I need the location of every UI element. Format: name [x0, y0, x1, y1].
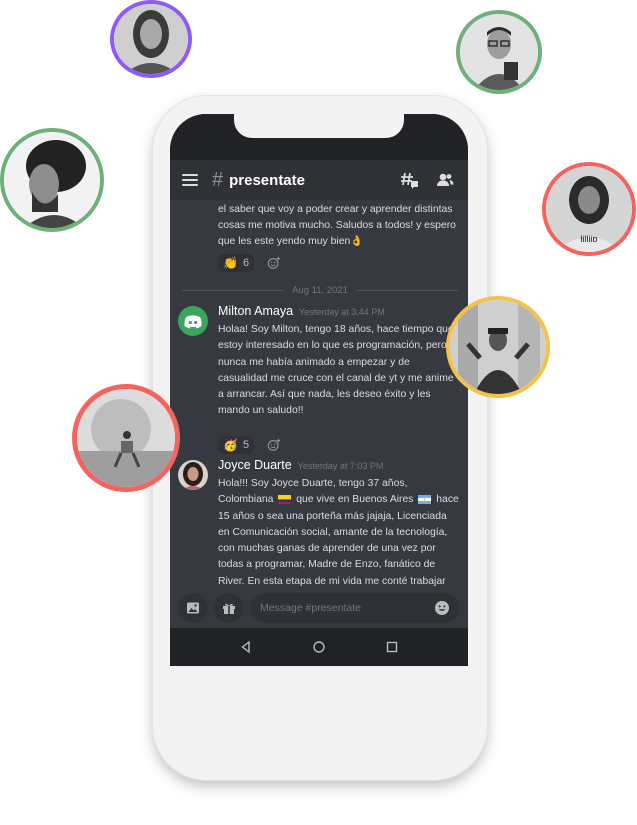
message-composer: Message #presentate	[170, 588, 468, 628]
argentina-flag-icon	[418, 495, 432, 505]
colombia-flag-icon	[278, 495, 292, 505]
channel-header: # presentate	[170, 160, 468, 200]
status-bar	[170, 114, 468, 160]
portrait-photo	[450, 300, 546, 394]
member-avatar-woman-2: ƚilliiɒ	[542, 162, 636, 256]
channel-hash-icon: #	[212, 169, 224, 191]
discord-logo-icon	[184, 315, 202, 329]
phone-notch	[234, 114, 404, 138]
message-list: el saber que voy a poder crear y aprende…	[170, 200, 468, 588]
svg-text:ƚilliiɒ: ƚilliiɒ	[580, 234, 597, 244]
date-divider-label: Aug 11, 2021	[292, 284, 348, 296]
author-joyce[interactable]: Joyce Duarte Yesterday at 7:03 PM	[218, 458, 383, 472]
back-icon[interactable]	[239, 640, 253, 654]
timestamp-joyce: Yesterday at 7:03 PM	[297, 461, 384, 471]
stage: # presentate el saber que voy a poder cr…	[0, 0, 637, 825]
reaction-clap-count: 6	[242, 257, 250, 269]
gift-icon	[223, 603, 235, 614]
add-reaction-icon[interactable]	[267, 256, 281, 270]
portrait-photo	[460, 14, 538, 90]
date-divider: Aug 11, 2021	[182, 284, 459, 296]
portrait-photo	[114, 4, 188, 74]
previous-reaction-row: 👏 6	[218, 248, 281, 272]
reaction-clap[interactable]: 👏 6	[218, 254, 255, 272]
gift-button[interactable]	[214, 593, 244, 623]
message-joyce-text: Hola!!! Soy Joyce Duarte, tengo 37 años,…	[218, 478, 459, 587]
image-icon	[187, 602, 199, 614]
members-icon[interactable]	[434, 169, 456, 191]
upload-image-button[interactable]	[178, 593, 208, 623]
joyce-photo	[178, 460, 208, 490]
avatar-joyce[interactable]	[178, 460, 208, 490]
menu-icon[interactable]	[182, 174, 198, 186]
home-icon[interactable]	[312, 640, 326, 654]
recents-icon[interactable]	[385, 640, 399, 654]
timestamp-milton: Yesterday at 3:44 PM	[299, 307, 385, 317]
member-avatar-curly-man	[0, 128, 104, 232]
reaction-clap-emoji: 👏	[223, 256, 238, 270]
message-milton-text: Holaa! Soy Milton, tengo 18 años, hace t…	[218, 324, 454, 417]
author-milton[interactable]: Milton Amaya Yesterday at 3:44 PM	[218, 304, 385, 318]
message-input[interactable]: Message #presentate	[250, 593, 460, 623]
member-avatar-sitting-man	[72, 384, 180, 492]
member-avatar-woman-1	[110, 0, 192, 78]
threads-icon[interactable]	[398, 169, 420, 191]
portrait-photo	[77, 389, 175, 487]
avatar-milton[interactable]	[178, 306, 208, 336]
reaction-party-count: 5	[242, 439, 250, 451]
reaction-party-emoji: 🥳	[223, 438, 238, 452]
portrait-photo: ƚilliiɒ	[546, 166, 632, 252]
channel-title: presentate	[229, 171, 305, 189]
reaction-party[interactable]: 🥳 5	[218, 436, 255, 454]
add-reaction-icon[interactable]	[267, 438, 281, 452]
portrait-photo	[4, 132, 100, 228]
message-input-placeholder: Message #presentate	[260, 602, 361, 614]
android-nav-bar	[170, 628, 468, 666]
milton-reaction-row: 🥳 5	[218, 430, 281, 454]
app-screen: # presentate el saber que voy a poder cr…	[170, 114, 468, 666]
emoji-icon[interactable]	[434, 600, 450, 616]
member-avatar-man-glasses	[456, 10, 542, 94]
previous-message-text: el saber que voy a poder crear y aprende…	[218, 204, 456, 247]
member-avatar-man-hat	[446, 296, 550, 398]
